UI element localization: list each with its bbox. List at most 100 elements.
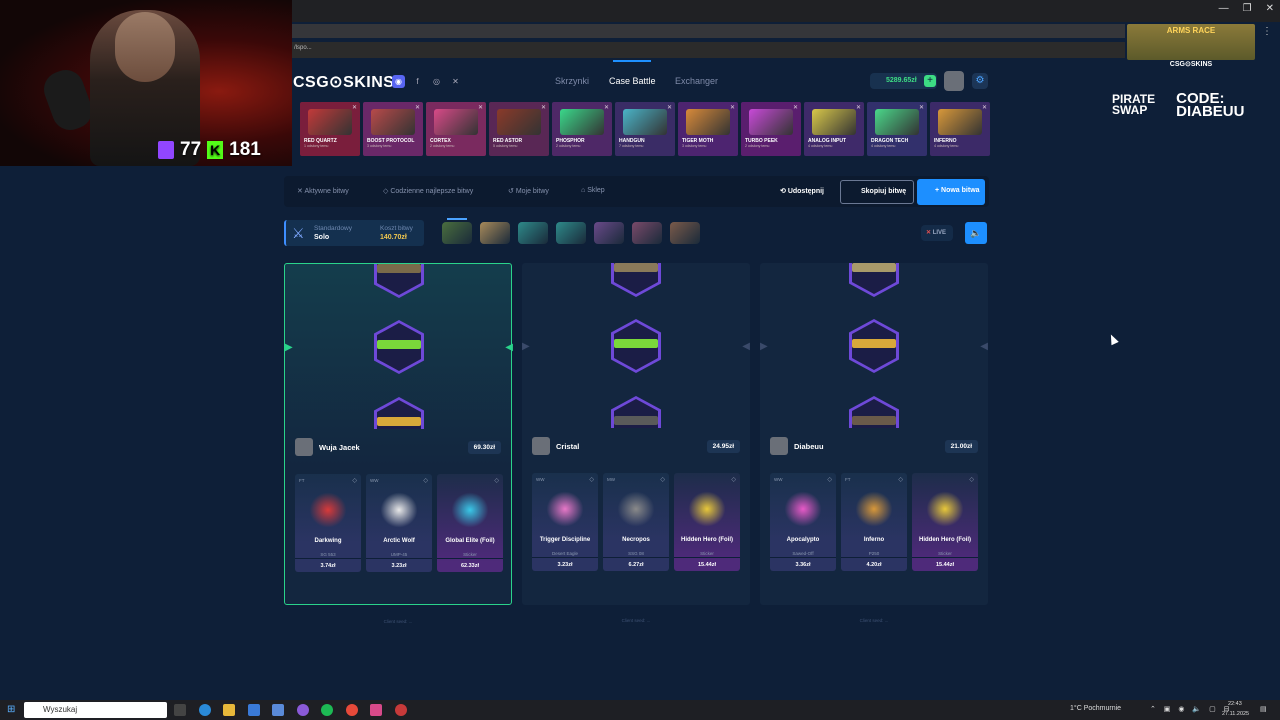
case-card[interactable]: ✕ RED ASTOR 5 odsłony temu [489, 102, 549, 156]
skin-card[interactable]: ◇ Hidden Hero (Foil) Sticker 15.44zł [674, 473, 740, 571]
deposit-button[interactable]: + [924, 75, 936, 87]
start-icon[interactable]: ⊞ [7, 704, 15, 715]
skin-sub: Sawed-Off [792, 551, 814, 556]
player-name[interactable]: Diabeuu [794, 442, 945, 451]
sponsor-banner: PIRATE SWAP CODE: DIABEUU [1112, 88, 1262, 122]
tab-label: Sklep [587, 187, 605, 194]
mode-value: Solo [314, 234, 330, 241]
skin-card[interactable]: FT ◇ Inferno P250 4.20zł [841, 473, 907, 571]
case-carousel[interactable]: ✕ RED QUARTZ 1 odsłony temu ✕ BOOST PROTOCOL… [300, 102, 990, 156]
site-logo[interactable]: CSG⊙SKINS [293, 72, 394, 92]
browser-tab-strip[interactable] [290, 24, 1125, 38]
nav-exchanger[interactable]: Exchanger [675, 76, 718, 86]
case-card[interactable]: ✕ CORTEX 2 odsłony temu [426, 102, 486, 156]
mail-icon[interactable] [248, 704, 260, 716]
case-image [560, 109, 604, 135]
case-card[interactable]: ✕ BOOST PROTOCOL 3 odsłony temu [363, 102, 423, 156]
case-close-icon[interactable]: ✕ [856, 104, 861, 111]
case-close-icon[interactable]: ✕ [793, 104, 798, 111]
store-icon[interactable] [272, 704, 284, 716]
case-card[interactable]: ✕ RED QUARTZ 1 odsłony temu [300, 102, 360, 156]
skin-card[interactable]: FT ◇ Darkwing SG 553 3.74zł [295, 474, 361, 572]
case-close-icon[interactable]: ✕ [730, 104, 735, 111]
clock-date[interactable]: 27.11.2025 [1222, 711, 1249, 717]
settings-icon[interactable]: ⚙ [972, 73, 988, 89]
case-card[interactable]: ✕ HANDGUN 7 odsłony temu [615, 102, 675, 156]
taskbar-search[interactable]: Wyszukaj [24, 702, 167, 718]
browser-menu-icon[interactable]: ⋮ [1262, 26, 1272, 37]
player-avatar[interactable] [770, 437, 788, 455]
case-card[interactable]: ✕ TURBO PEEK 2 odsłony temu [741, 102, 801, 156]
nav-active-indicator [613, 60, 651, 62]
user-avatar[interactable] [944, 71, 964, 91]
cost-value: 140.70zł [380, 234, 407, 241]
chrome-icon[interactable] [346, 704, 358, 716]
spotify-icon[interactable] [321, 704, 333, 716]
share-button[interactable]: ⟲ Udostępnij [780, 187, 824, 195]
skin-card[interactable]: ◇ Global Elite (Foil) Sticker 62.33zł [437, 474, 503, 572]
tab-my-battles[interactable]: ↺ Moje bitwy [508, 187, 549, 195]
window-controls[interactable]: — ❐ ✕ [1219, 3, 1274, 14]
case-close-icon[interactable]: ✕ [415, 104, 420, 111]
discord-icon[interactable]: ◉ [392, 75, 405, 88]
skin-name: Hidden Hero (Foil) [681, 537, 733, 543]
facebook-icon[interactable]: f [411, 75, 424, 88]
case-close-icon[interactable]: ✕ [541, 104, 546, 111]
explorer-icon[interactable] [223, 704, 235, 716]
shield-icon: ◇ [731, 477, 736, 483]
instagram-icon[interactable]: ◎ [430, 75, 443, 88]
tab-shop[interactable]: ⌂ Sklep [581, 187, 605, 194]
skin-card[interactable]: WW ◇ Apocalypto Sawed-Off 3.36zł [770, 473, 836, 571]
case-card[interactable]: ✕ INFERNO 4 odsłony temu [930, 102, 990, 156]
nav-case-battle[interactable]: Case Battle [609, 76, 656, 86]
skin-card[interactable]: ◇ Hidden Hero (Foil) Sticker 15.44zł [912, 473, 978, 571]
weather[interactable]: 1°C Pochmurnie [1070, 705, 1121, 712]
edge-icon[interactable] [199, 704, 211, 716]
case-close-icon[interactable]: ✕ [604, 104, 609, 111]
skin-price: 15.44zł [912, 557, 978, 571]
player-avatar[interactable] [532, 437, 550, 455]
shield-icon: ◇ [969, 477, 974, 483]
case-close-icon[interactable]: ✕ [667, 104, 672, 111]
round-case [594, 222, 624, 244]
live-dot-icon: ✕ [926, 230, 932, 236]
minimize-icon[interactable]: — [1219, 3, 1229, 14]
case-close-icon[interactable]: ✕ [982, 104, 987, 111]
case-card[interactable]: ✕ TIGER MOTH 3 odsłony temu [678, 102, 738, 156]
player-name[interactable]: Cristal [556, 442, 707, 451]
case-close-icon[interactable]: ✕ [919, 104, 924, 111]
spinner-item [614, 339, 658, 348]
microphone [38, 64, 98, 136]
x-icon[interactable]: ✕ [449, 75, 462, 88]
case-card[interactable]: ✕ DRAGON TECH 4 odsłony temu [867, 102, 927, 156]
skin-card[interactable]: WW ◇ Trigger Discipline Desert Eagle 3.23zł [532, 473, 598, 571]
app-icon-2[interactable] [395, 704, 407, 716]
skin-card[interactable]: MW ◇ Necropos SSG 08 6.27zł [603, 473, 669, 571]
sound-toggle-icon[interactable]: 🔈 [965, 222, 987, 244]
case-card[interactable]: ✕ ANALOG INPUT 4 odsłony temu [804, 102, 864, 156]
skin-price: 4.20zł [841, 557, 907, 571]
app-icon[interactable] [370, 704, 382, 716]
clock-time[interactable]: 22:43 [1228, 701, 1242, 707]
notifications-icon[interactable]: ▤ [1260, 705, 1267, 713]
obs-icon[interactable] [297, 704, 309, 716]
spinner-item [852, 339, 896, 348]
address-bar[interactable]: /lspo... [290, 42, 1125, 58]
nav-cases[interactable]: Skrzynki [555, 76, 589, 86]
case-card[interactable]: ✕ PHOSPHOR 2 odsłony temu [552, 102, 612, 156]
player-row: Cristal 24.95zł [532, 437, 740, 455]
maximize-icon[interactable]: ❐ [1243, 3, 1252, 14]
skin-card[interactable]: WW ◇ Arctic Wolf UMP-45 3.23zł [366, 474, 432, 572]
player-avatar[interactable] [295, 438, 313, 456]
tab-daily-best[interactable]: ◇ Codzienne najlepsze bitwy [383, 187, 473, 195]
new-battle-button[interactable]: + Nowa bitwa [917, 179, 985, 205]
tab-active-battles[interactable]: ✕ Aktywne bitwy [297, 187, 349, 195]
live-badge[interactable]: ✕ LIVE [921, 225, 953, 241]
case-close-icon[interactable]: ✕ [352, 104, 357, 111]
player-name[interactable]: Wuja Jacek [319, 443, 468, 452]
case-close-icon[interactable]: ✕ [478, 104, 483, 111]
task-view-icon[interactable] [174, 704, 186, 716]
close-icon[interactable]: ✕ [1266, 3, 1274, 14]
copy-battle-button[interactable]: Skopiuj bitwę [840, 180, 914, 204]
tray-icons[interactable]: ⌃ ▣ ◉ 🔈 ▢ ⊟ [1150, 705, 1233, 713]
